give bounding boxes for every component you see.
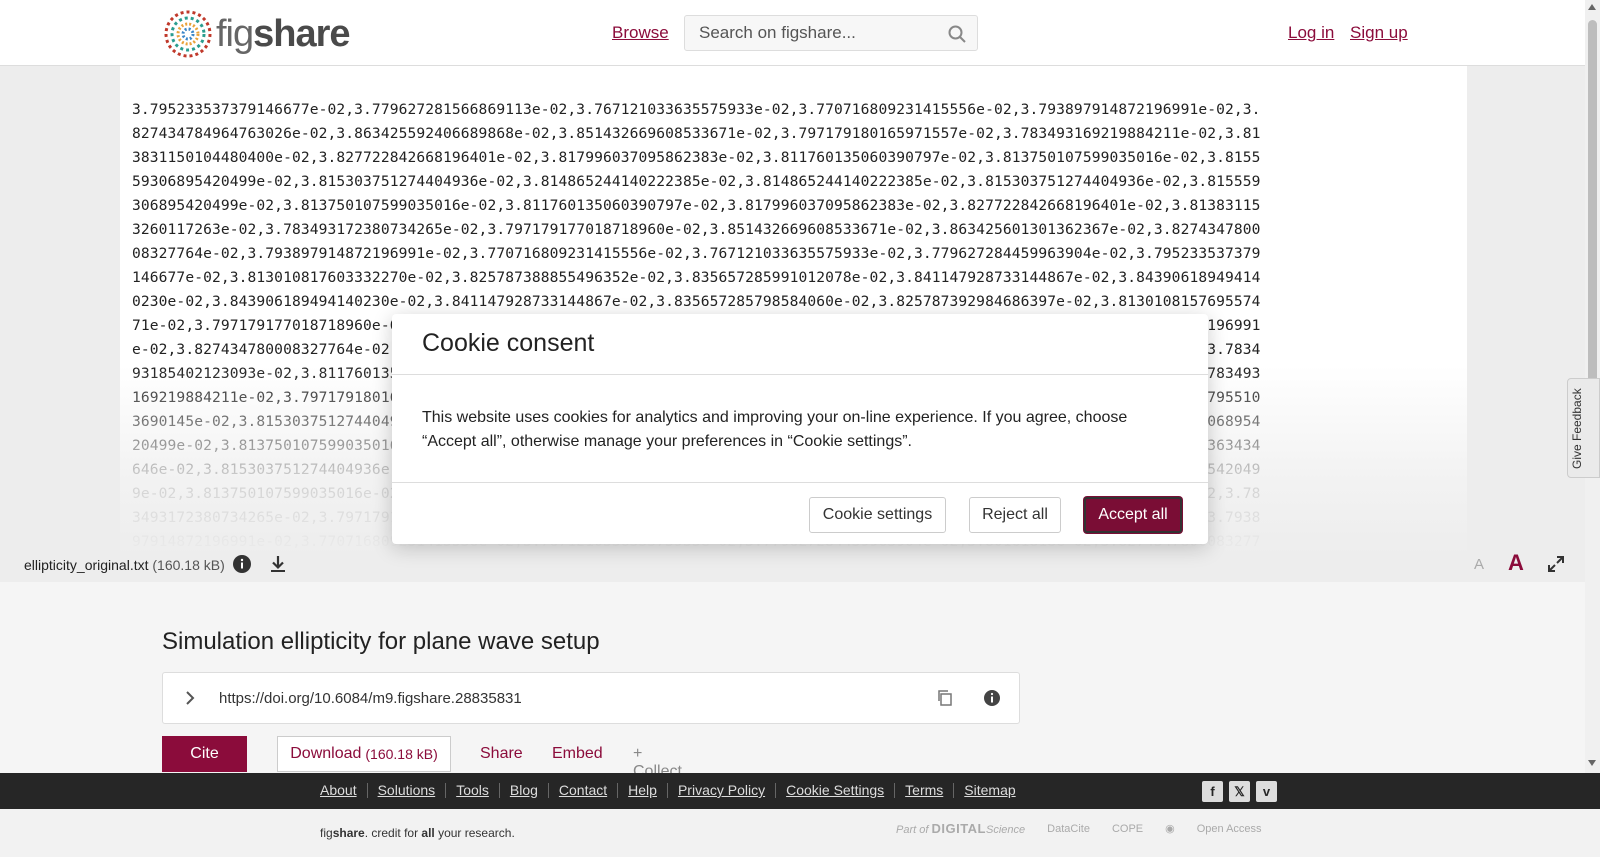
modal-header: Cookie consent — [392, 314, 1208, 375]
modal-overlay: Cookie consent This website uses cookies… — [0, 0, 1600, 857]
cookie-settings-button[interactable]: Cookie settings — [809, 497, 946, 533]
accept-all-button[interactable]: Accept all — [1084, 497, 1182, 533]
cookie-consent-dialog: Cookie consent This website uses cookies… — [392, 314, 1208, 544]
modal-title: Cookie consent — [422, 329, 595, 357]
modal-footer: Cookie settings Reject all Accept all — [392, 482, 1208, 544]
reject-all-button[interactable]: Reject all — [969, 497, 1061, 533]
modal-body-text: This website uses cookies for analytics … — [422, 409, 1128, 450]
